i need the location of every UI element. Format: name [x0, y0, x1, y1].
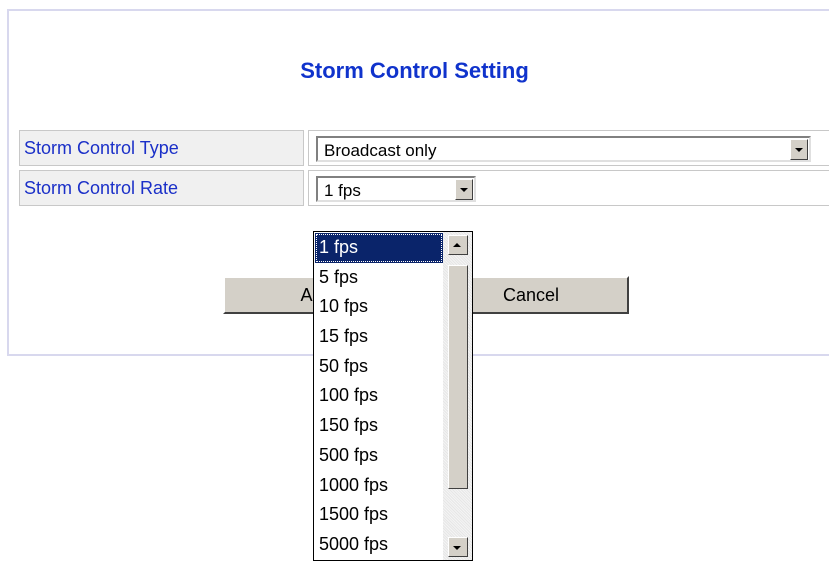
storm-control-rate-value: 1 fps	[324, 181, 361, 200]
page-title: Storm Control Setting	[300, 58, 529, 83]
scrollbar-thumb[interactable]	[448, 265, 468, 489]
storm-control-rate-row: Storm Control Rate 1 fps	[17, 170, 829, 206]
storm-control-type-value: Broadcast only	[324, 141, 437, 160]
storm-control-rate-cell: 1 fps	[308, 170, 829, 206]
rate-option[interactable]: 1500 fps	[315, 500, 443, 530]
arrow-up-icon	[453, 243, 461, 247]
rate-option[interactable]: 500 fps	[315, 441, 443, 471]
storm-control-type-select[interactable]: Broadcast only	[316, 136, 811, 162]
arrow-down-icon	[453, 546, 461, 550]
rate-option[interactable]: 50 fps	[315, 352, 443, 382]
rate-option[interactable]: 150 fps	[315, 411, 443, 441]
storm-control-type-row: Storm Control Type Broadcast only	[17, 130, 829, 166]
rate-option[interactable]: 5000 fps	[315, 530, 443, 560]
scroll-down-button[interactable]	[448, 537, 468, 557]
dropdown-scrollbar[interactable]	[443, 232, 472, 560]
scroll-up-button[interactable]	[448, 235, 468, 255]
storm-control-type-cell: Broadcast only	[308, 130, 829, 166]
chevron-down-icon	[460, 188, 468, 192]
storm-control-rate-label: Storm Control Rate	[19, 170, 304, 206]
rate-dropdown-list[interactable]: 1 fps 5 fps 10 fps 15 fps 50 fps 100 fps 150 f…	[313, 231, 473, 561]
rate-option[interactable]: 1000 fps	[315, 471, 443, 501]
rate-options: 1 fps 5 fps 10 fps 15 fps 50 fps 100 fps 150 f…	[315, 233, 443, 560]
rate-option[interactable]: 5 fps	[315, 263, 443, 293]
storm-control-type-label: Storm Control Type	[19, 130, 304, 166]
rate-option[interactable]: 1 fps	[315, 233, 443, 263]
settings-table: Storm Control Type Broadcast only Storm …	[17, 128, 829, 209]
rate-dropdown-button[interactable]	[455, 179, 473, 200]
type-dropdown-button[interactable]	[790, 139, 808, 160]
storm-control-rate-select[interactable]: 1 fps	[316, 176, 476, 202]
rate-option[interactable]: 100 fps	[315, 381, 443, 411]
rate-option[interactable]: 10 fps	[315, 292, 443, 322]
chevron-down-icon	[795, 148, 803, 152]
rate-option[interactable]: 15 fps	[315, 322, 443, 352]
